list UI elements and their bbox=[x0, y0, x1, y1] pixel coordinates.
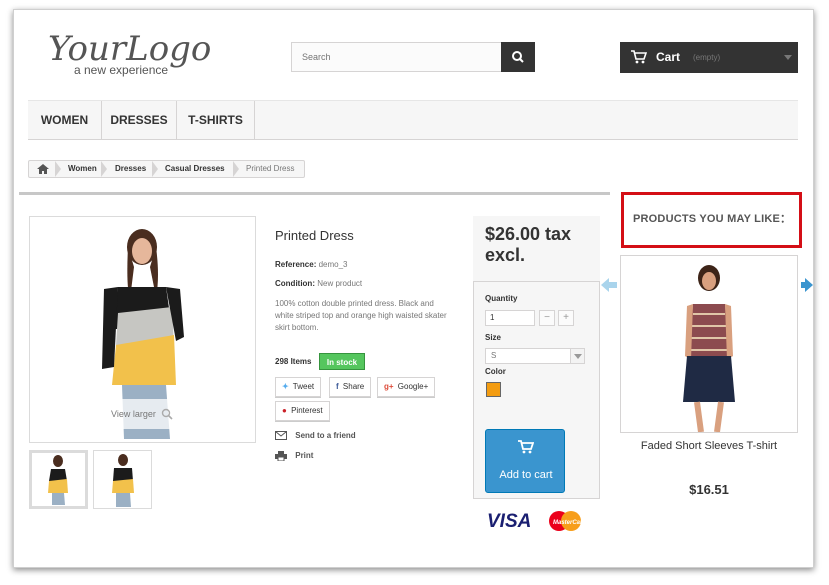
share-label: Share bbox=[342, 382, 365, 391]
recommended-product-name[interactable]: Faded Short Sleeves T-shirt bbox=[620, 440, 798, 452]
thumbnail-image bbox=[48, 455, 68, 505]
logo-graphic: YourLogo a new experience bbox=[48, 29, 211, 77]
search-box bbox=[291, 42, 535, 72]
breadcrumb-casual-dresses[interactable]: Casual Dresses bbox=[165, 161, 225, 177]
send-to-friend-label: Send to a friend bbox=[295, 431, 356, 440]
payment-logos-graphic: VISA MasterCard bbox=[487, 511, 586, 532]
items-count: 298 Items bbox=[275, 357, 312, 366]
pinterest-button[interactable]: ● Pinterest bbox=[275, 401, 330, 421]
magnifier-icon bbox=[161, 408, 173, 420]
print-label: Print bbox=[295, 451, 314, 461]
breadcrumb-separator bbox=[101, 161, 107, 177]
quantity-label: Quantity bbox=[485, 294, 518, 303]
menu-item-tshirts[interactable]: T-SHIRTS bbox=[177, 101, 255, 140]
quantity-input[interactable]: 1 bbox=[485, 310, 535, 326]
search-input[interactable] bbox=[292, 43, 502, 71]
tweet-label: Tweet bbox=[292, 382, 315, 391]
chevron-down-icon bbox=[570, 349, 584, 363]
add-to-cart-button[interactable]: Add to cart bbox=[485, 429, 565, 493]
quantity-minus-button[interactable]: − bbox=[539, 310, 555, 326]
quantity-plus-button[interactable]: + bbox=[558, 310, 574, 326]
reference-value: demo_3 bbox=[318, 260, 348, 269]
product-description: 100% cotton double printed dress. Black … bbox=[275, 299, 447, 332]
product-reference: Reference: demo_3 bbox=[275, 260, 348, 269]
arrow-left-icon[interactable] bbox=[601, 278, 617, 292]
print-link[interactable]: Print bbox=[275, 451, 314, 462]
breadcrumb-separator bbox=[55, 161, 61, 177]
cart-button[interactable]: Cart (empty) bbox=[620, 42, 798, 73]
product-condition: Condition: New product bbox=[275, 279, 362, 288]
pinterest-icon: ● bbox=[282, 406, 287, 415]
payment-logos: VISA MasterCard bbox=[473, 498, 600, 538]
printer-icon bbox=[275, 451, 287, 462]
cart-icon bbox=[518, 440, 534, 454]
google-plus-icon: g+ bbox=[384, 382, 394, 391]
envelope-icon bbox=[275, 431, 287, 441]
cart-icon bbox=[631, 50, 647, 64]
size-value: S bbox=[491, 351, 497, 360]
visa-logo: VISA bbox=[487, 511, 531, 532]
cart-label: Cart bbox=[656, 50, 681, 64]
product-price: $26.00 tax excl. bbox=[485, 224, 572, 265]
menu-item-dresses[interactable]: DRESSES bbox=[102, 101, 177, 140]
mastercard-logo: MasterCard bbox=[553, 520, 586, 526]
breadcrumb-women[interactable]: Women bbox=[68, 161, 97, 177]
add-to-cart-label: Add to cart bbox=[499, 469, 553, 481]
logo-tagline: a new experience bbox=[74, 63, 168, 77]
breadcrumb-separator bbox=[152, 161, 158, 177]
search-button[interactable] bbox=[501, 42, 535, 72]
main-menu: WOMEN DRESSES T-SHIRTS bbox=[28, 100, 798, 140]
home-icon[interactable] bbox=[37, 164, 49, 174]
product-thumbnail[interactable] bbox=[93, 450, 152, 509]
size-select[interactable]: S bbox=[485, 348, 585, 364]
color-label: Color bbox=[485, 367, 506, 376]
recommended-product-photo bbox=[683, 265, 735, 433]
pinterest-label: Pinterest bbox=[291, 406, 323, 415]
breadcrumb-separator bbox=[233, 161, 239, 177]
arrow-right-icon[interactable] bbox=[801, 278, 813, 292]
google-plus-label: Google+ bbox=[397, 382, 429, 391]
breadcrumb-current: Printed Dress bbox=[246, 164, 295, 173]
reference-label: Reference: bbox=[275, 260, 317, 269]
recommended-product-price: $16.51 bbox=[689, 482, 729, 497]
view-larger-button[interactable]: View larger bbox=[97, 399, 187, 429]
search-icon bbox=[512, 51, 524, 63]
color-swatch-orange[interactable] bbox=[486, 382, 501, 397]
twitter-icon: ✦ bbox=[282, 382, 289, 391]
product-title: Printed Dress bbox=[275, 228, 354, 243]
condition-value: New product bbox=[317, 279, 363, 288]
breadcrumb: Women Dresses Casual Dresses Printed Dre… bbox=[28, 160, 305, 178]
chevron-down-icon bbox=[784, 55, 792, 60]
size-label: Size bbox=[485, 333, 502, 342]
menu-item-women[interactable]: WOMEN bbox=[28, 101, 102, 140]
recommendations-title: PRODUCTS YOU MAY LIKE： bbox=[633, 213, 792, 225]
cart-status: (empty) bbox=[693, 53, 721, 62]
stock-badge: In stock bbox=[319, 353, 365, 370]
breadcrumb-dresses[interactable]: Dresses bbox=[115, 161, 146, 177]
send-to-friend-link[interactable]: Send to a friend bbox=[275, 431, 356, 441]
browser-page: YourLogo a new experience Cart (empty) W… bbox=[13, 9, 814, 568]
site-logo[interactable]: YourLogo a new experience bbox=[46, 24, 246, 84]
condition-label: Condition: bbox=[275, 279, 315, 288]
tweet-button[interactable]: ✦ Tweet bbox=[275, 377, 322, 397]
share-button[interactable]: f Share bbox=[329, 377, 372, 397]
recommended-product-image[interactable] bbox=[620, 255, 798, 433]
thumbnail-image bbox=[112, 454, 134, 507]
product-thumbnail[interactable] bbox=[29, 450, 88, 509]
view-larger-label: View larger bbox=[111, 409, 156, 419]
section-divider bbox=[19, 192, 610, 195]
facebook-icon: f bbox=[336, 382, 339, 391]
google-plus-button[interactable]: g+ Google+ bbox=[377, 377, 436, 397]
